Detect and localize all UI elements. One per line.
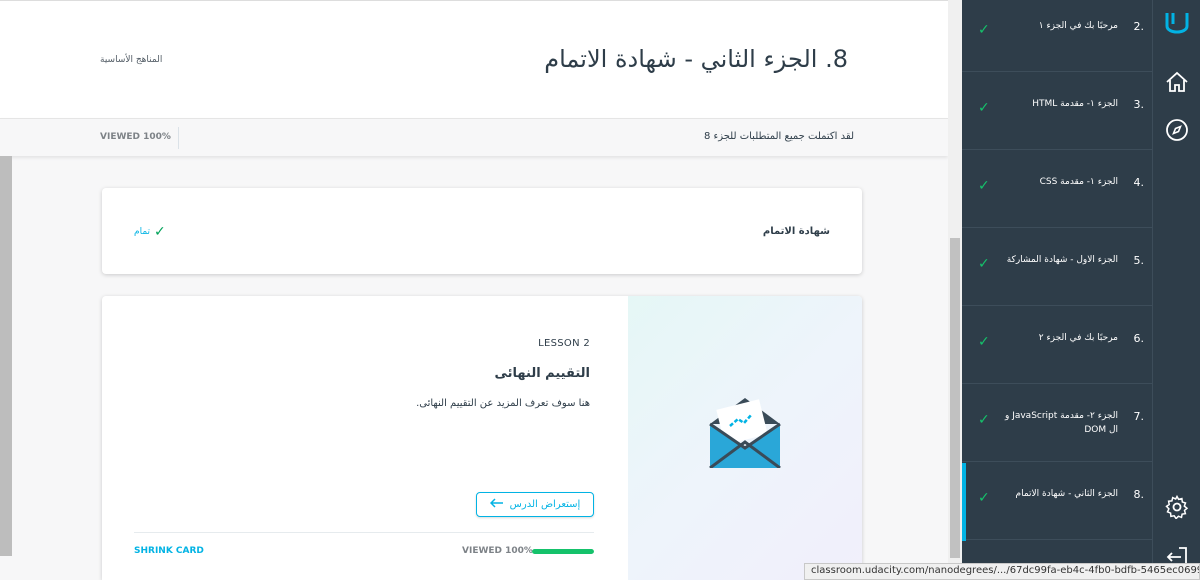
udacity-logo-icon[interactable] — [1165, 10, 1189, 34]
sidebar-item-7[interactable]: 7. الجزء ٢- مقدمة JavaScript و ال DOM ✓ — [962, 384, 1152, 462]
sidebar-item-4[interactable]: 4. الجزء ١- مقدمة CSS ✓ — [962, 150, 1152, 228]
sidebar-item-number: 6. — [1133, 332, 1145, 345]
sidebar-item-number: 3. — [1133, 98, 1145, 111]
sidebar-item-label: مرحبًا بك في الجزء ١ — [1038, 21, 1118, 31]
viewed-status: VIEWED 100% — [100, 132, 171, 142]
sidebar-item-2[interactable]: 2. مرحبًا بك في الجزء ١ ✓ — [962, 0, 1152, 72]
check-icon: ✓ — [978, 412, 990, 428]
sidebar-item-label: الجزء ١- مقدمة HTML — [1032, 99, 1118, 109]
sidebar-item-number: 8. — [1133, 488, 1145, 501]
done-label: تمام — [134, 227, 151, 237]
lesson-progress-fill — [532, 549, 594, 554]
page-title: 8. الجزء الثاني - شهادة الاتمام — [544, 45, 848, 73]
completion-message: لقد اكتملت جميع المتطلبات للجزء 8 — [703, 131, 854, 142]
shrink-card-button[interactable]: SHRINK CARD — [134, 546, 204, 556]
concept-card[interactable]: شهادة الاتمام تمام ✓ — [102, 188, 862, 274]
sidebar-item-label: الجزء ١- مقدمة CSS — [1039, 177, 1118, 187]
sidebar-item-number: 4. — [1133, 176, 1145, 189]
sidebar-item-5[interactable]: 5. الجزء الاول - شهادة المشاركة ✓ — [962, 228, 1152, 306]
check-icon: ✓ — [978, 100, 990, 116]
check-icon: ✓ — [978, 22, 990, 38]
active-item-indicator — [962, 463, 966, 541]
compass-icon[interactable] — [1165, 118, 1189, 142]
sidebar-item-6[interactable]: 6. مرحبًا بك في الجزء ٢ ✓ — [962, 306, 1152, 384]
check-icon: ✓ — [978, 334, 990, 350]
lesson-title: التقييم النهائى — [494, 366, 590, 381]
sidebar-item-3[interactable]: 3. الجزء ١- مقدمة HTML ✓ — [962, 72, 1152, 150]
sidebar-item-8[interactable]: 8. الجزء الثاني - شهادة الاتمام ✓ — [962, 462, 1152, 540]
sidebar-item-number: 5. — [1133, 254, 1145, 267]
lesson-progress-bar — [532, 549, 594, 554]
check-icon: ✓ — [978, 490, 990, 506]
icon-rail — [1152, 0, 1200, 580]
envelope-icon — [708, 396, 782, 472]
status-bar: لقد اكتملت جميع المتطلبات للجزء 8 VIEWED… — [0, 118, 948, 156]
lesson-viewed-status: VIEWED 100% — [462, 546, 533, 556]
syllabus-sidebar: 2. مرحبًا بك في الجزء ١ ✓ 3. الجزء ١- مق… — [962, 0, 1152, 580]
scrollbar-thumb[interactable] — [950, 238, 960, 558]
sidebar-item-label: الجزء ٢- مقدمة JavaScript و ال DOM — [1004, 411, 1118, 435]
check-icon: ✓ — [154, 224, 166, 240]
arrow-left-icon — [489, 498, 504, 511]
sidebar-item-label: الجزء الثاني - شهادة الاتمام — [1015, 489, 1118, 499]
gear-icon[interactable] — [1165, 494, 1189, 520]
lesson-card: LESSON 2 التقييم النهائى هنا سوف تعرف ال… — [102, 296, 862, 580]
lesson-header: 8. الجزء الثاني - شهادة الاتمام المناهج … — [0, 0, 948, 118]
sidebar-item-label: الجزء الاول - شهادة المشاركة — [1006, 255, 1118, 265]
check-icon: ✓ — [978, 256, 990, 272]
concept-title: شهادة الاتمام — [762, 226, 830, 237]
sidebar-item-number: 2. — [1133, 20, 1145, 33]
review-lesson-button[interactable]: إستعراض الدرس — [476, 492, 594, 517]
divider — [178, 127, 179, 149]
sidebar-item-number: 7. — [1133, 410, 1145, 423]
lesson-description: هنا سوف تعرف المزيد عن التقييم النهائى. — [416, 398, 590, 409]
divider — [134, 532, 594, 533]
check-icon: ✓ — [978, 178, 990, 194]
browser-status-url: classroom.udacity.com/nanodegrees/.../67… — [804, 563, 1200, 580]
sidebar-item-label: مرحبًا بك في الجزء ٢ — [1038, 333, 1118, 343]
lesson-label: LESSON 2 — [538, 338, 590, 349]
home-icon[interactable] — [1165, 70, 1189, 94]
concept-status: تمام ✓ — [134, 224, 166, 240]
breadcrumb[interactable]: المناهج الأساسية — [100, 55, 162, 65]
left-edge-bar — [0, 156, 12, 556]
lesson-image-panel — [628, 296, 862, 580]
review-lesson-label: إستعراض الدرس — [509, 499, 581, 510]
